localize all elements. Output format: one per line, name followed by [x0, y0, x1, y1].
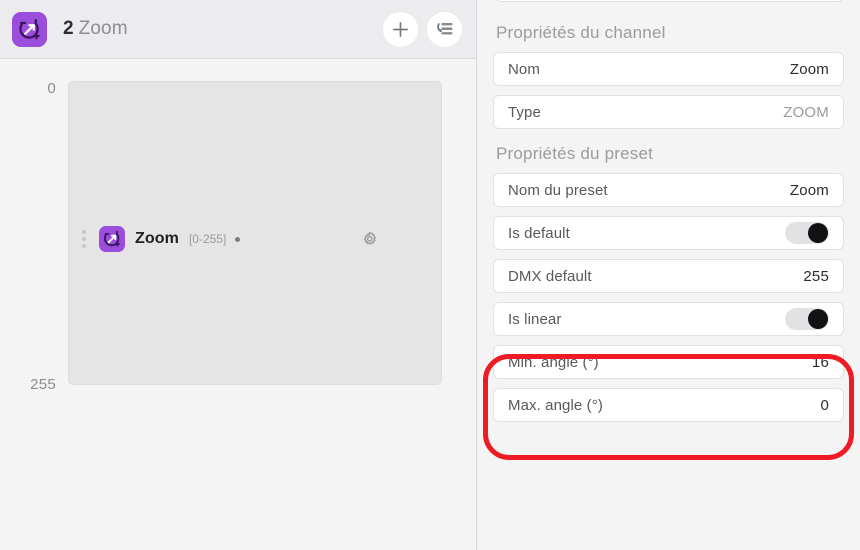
property-row-nom-du-preset[interactable]: Nom du preset Zoom [493, 173, 844, 207]
property-label: Nom [508, 60, 540, 78]
property-row-min-angle[interactable]: Min. angle (°) 16 [493, 345, 844, 379]
scale-label-bottom: 255 [30, 376, 56, 393]
property-label: Type [508, 103, 541, 121]
preset-name: Zoom [135, 230, 179, 247]
property-row-is-linear[interactable]: Is linear [493, 302, 844, 336]
preset-range: [0-255] [188, 232, 227, 246]
status-dot [235, 236, 241, 242]
reorder-list-icon [437, 22, 453, 35]
property-row-is-default[interactable]: Is default [493, 216, 844, 250]
is-linear-toggle[interactable] [785, 308, 829, 330]
header-actions [383, 11, 462, 47]
preset-properties-title: Propriétés du preset [496, 144, 654, 163]
app-root: 2 Zoom 0 255 Zoom [0-255] Propriétés du … [0, 0, 860, 550]
dmx-range-box[interactable]: Zoom [0-255] [68, 81, 442, 385]
channel-number: 2 [63, 18, 74, 39]
drag-handle-icon[interactable] [79, 230, 89, 248]
property-row-max-angle[interactable]: Max. angle (°) 0 [493, 388, 844, 422]
channel-properties-title: Propriétés du channel [496, 23, 666, 42]
property-row-dmx-default[interactable]: DMX default 255 [493, 259, 844, 293]
plus-icon [392, 21, 409, 37]
gear-icon[interactable] [359, 229, 379, 249]
property-value: 16 [811, 353, 829, 371]
property-value: 0 [820, 396, 829, 414]
property-value: Zoom [789, 181, 829, 199]
add-button[interactable] [383, 11, 418, 47]
scale-label-top: 0 [47, 80, 56, 97]
property-label: Is default [508, 224, 570, 242]
preset-list-item[interactable]: Zoom [0-255] [69, 223, 441, 255]
channel-canvas: 0 255 Zoom [0-255] [0, 59, 476, 550]
properties-panel: Propriétés du channel Nom Zoom Type ZOOM… [477, 0, 860, 550]
zoom-channel-icon [99, 226, 125, 252]
zoom-channel-icon [12, 11, 47, 47]
property-label: Is linear [508, 310, 562, 328]
clipped-property-row-above [495, 0, 844, 2]
property-label: Max. angle (°) [508, 396, 603, 414]
property-value: 255 [803, 267, 829, 285]
channel-name: Zoom [78, 18, 128, 39]
property-label: Min. angle (°) [508, 353, 599, 371]
channel-header: 2 Zoom [0, 0, 476, 59]
page-title: 2 Zoom [63, 18, 128, 40]
property-row-nom[interactable]: Nom Zoom [493, 52, 844, 86]
property-value: ZOOM [783, 103, 829, 121]
property-label: Nom du preset [508, 181, 608, 199]
reorder-button[interactable] [427, 11, 462, 47]
is-default-toggle[interactable] [785, 222, 829, 244]
property-label: DMX default [508, 267, 592, 285]
property-value: Zoom [789, 60, 829, 78]
property-row-type[interactable]: Type ZOOM [493, 95, 844, 129]
channel-editor-panel: 2 Zoom 0 255 Zoom [0-255] [0, 0, 477, 550]
